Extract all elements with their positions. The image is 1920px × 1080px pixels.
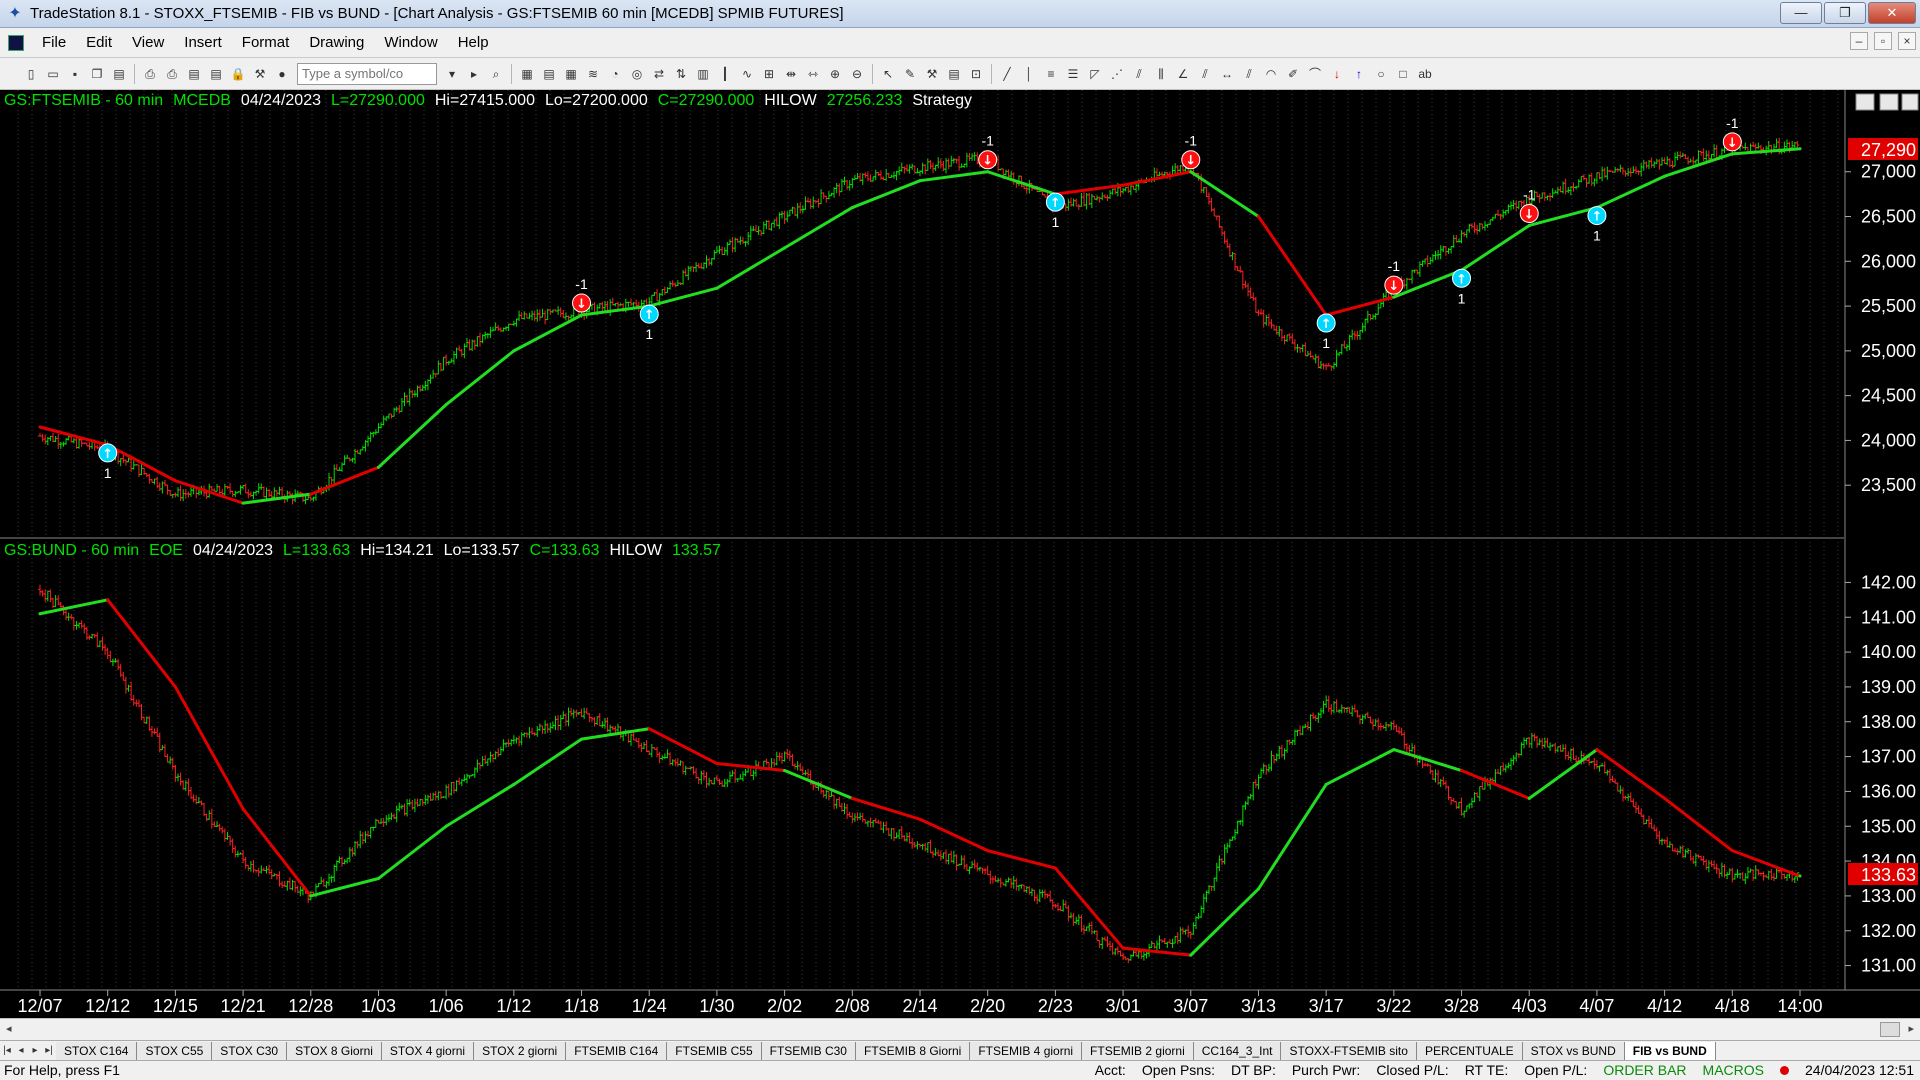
trendline-icon[interactable]: ╱ xyxy=(998,65,1016,83)
indicator-icon[interactable]: ∿ xyxy=(738,65,756,83)
close-button[interactable]: ✕ xyxy=(1868,2,1916,24)
speed-lines-icon[interactable]: ◸ xyxy=(1086,65,1104,83)
menu-help[interactable]: Help xyxy=(448,34,499,51)
horizontal-line-icon[interactable]: ≡ xyxy=(1042,65,1060,83)
lock-icon[interactable]: 🔒 xyxy=(229,65,247,83)
copy-icon[interactable]: ❐ xyxy=(88,65,106,83)
window2-icon[interactable]: ▤ xyxy=(207,65,225,83)
drawing-icon[interactable]: ✎ xyxy=(901,65,919,83)
menu-view[interactable]: View xyxy=(122,34,174,51)
menu-file[interactable]: File xyxy=(32,34,76,51)
news-icon[interactable]: ▥ xyxy=(694,65,712,83)
pen-icon[interactable]: ✐ xyxy=(1284,65,1302,83)
menu-format[interactable]: Format xyxy=(232,34,300,51)
print-icon[interactable]: ⎙ xyxy=(141,65,159,83)
chart-window-icon[interactable] xyxy=(8,34,24,51)
parallel-icon[interactable]: ⫽ xyxy=(1196,65,1214,83)
title-bar: ✦ TradeStation 8.1 - STOXX_FTSEMIB - FIB… xyxy=(0,0,1920,28)
toolbar: ▯ ▭ ▪ ❐ ▤ ⎙ ⎙ ▤ ▤ 🔒 ⚒ ● ▾ ▸ ⌕ ▦ ▤ ▦ ≋ ◔ … xyxy=(0,58,1920,90)
symbol-lookup-icon[interactable]: ⌕ xyxy=(487,65,505,83)
toolbar-separator xyxy=(511,63,512,84)
workspace-icon[interactable]: ▤ xyxy=(110,65,128,83)
window-title: TradeStation 8.1 - STOXX_FTSEMIB - FIB v… xyxy=(30,5,844,22)
toolbar-separator xyxy=(991,63,992,84)
ellipse-icon[interactable]: ○ xyxy=(1372,65,1390,83)
menu-edit[interactable]: Edit xyxy=(76,34,122,51)
arrow-lr-icon[interactable]: ↔ xyxy=(1218,65,1236,83)
andrews-icon[interactable]: ⫽ xyxy=(1130,65,1148,83)
arc-icon[interactable]: ◠ xyxy=(1262,65,1280,83)
compress-icon[interactable]: ⇹ xyxy=(782,65,800,83)
open-icon[interactable]: ▭ xyxy=(44,65,62,83)
new-icon[interactable]: ▯ xyxy=(22,65,40,83)
save-icon[interactable]: ▪ xyxy=(66,65,84,83)
menu-insert[interactable]: Insert xyxy=(174,34,232,51)
order-icon[interactable]: ⇄ xyxy=(650,65,668,83)
quote-icon[interactable]: ▤ xyxy=(540,65,558,83)
toolbar-separator xyxy=(872,63,873,84)
symbol-input[interactable] xyxy=(297,62,437,85)
tool-icon[interactable]: ⚒ xyxy=(251,65,269,83)
menu-window[interactable]: Window xyxy=(374,34,447,51)
rectangle-icon[interactable]: □ xyxy=(1394,65,1412,83)
mdi-controls: – ▫ × xyxy=(1850,32,1916,50)
expand-icon[interactable]: ⇿ xyxy=(804,65,822,83)
grid-icon[interactable]: ▦ xyxy=(562,65,580,83)
tradestation-app-icon: ✦ xyxy=(8,4,22,22)
vertical-line-icon[interactable]: │ xyxy=(1020,65,1038,83)
maximize-button[interactable]: ❐ xyxy=(1824,2,1866,24)
analysis-icon[interactable]: ≋ xyxy=(584,65,602,83)
fib-icon[interactable]: ☰ xyxy=(1064,65,1082,83)
window-icon[interactable]: ▤ xyxy=(185,65,203,83)
text-tool-icon[interactable]: ab xyxy=(1416,65,1434,83)
pointer-icon[interactable]: ↖ xyxy=(879,65,897,83)
toolbar-separator xyxy=(134,63,135,84)
channel-icon[interactable]: ⫽ xyxy=(1240,65,1258,83)
cycle-icon[interactable]: ⫼ xyxy=(1152,65,1170,83)
minimize-button[interactable]: — xyxy=(1780,2,1822,24)
chart-icon[interactable]: ▦ xyxy=(518,65,536,83)
zoom-in-icon[interactable]: ⊕ xyxy=(826,65,844,83)
globe-icon[interactable]: ● xyxy=(273,65,291,83)
symbol-dropdown-icon[interactable]: ▾ xyxy=(443,65,461,83)
data-window-icon[interactable]: ▤ xyxy=(945,65,963,83)
matrix-icon[interactable]: ⇅ xyxy=(672,65,690,83)
window-controls: — ❐ ✕ xyxy=(1780,2,1916,24)
print-preview-icon[interactable]: ⎙ xyxy=(163,65,181,83)
mdi-close-button[interactable]: × xyxy=(1898,32,1916,50)
cursor-icon[interactable]: ⊡ xyxy=(967,65,985,83)
mdi-restore-button[interactable]: ▫ xyxy=(1874,32,1892,50)
mdi-minimize-button[interactable]: – xyxy=(1850,32,1868,50)
chart-area[interactable]: ↑1↓-1↑1↓-1↑1↓-1↑1↓-1↑1↓-1↑1↓-1 12/07 12/1… xyxy=(0,90,1920,1018)
scanner-icon[interactable]: ◎ xyxy=(628,65,646,83)
radar-icon[interactable]: ◔ xyxy=(606,65,624,83)
zoom-out-icon[interactable]: ⊖ xyxy=(848,65,866,83)
menu-bar: File Edit View Insert Format Drawing Win… xyxy=(0,28,1920,58)
curve-icon[interactable]: ⌒ xyxy=(1306,65,1324,83)
strategy-icon[interactable]: ⊞ xyxy=(760,65,778,83)
up-arrow-icon[interactable]: ↑ xyxy=(1350,65,1368,83)
down-arrow-icon[interactable]: ↓ xyxy=(1328,65,1346,83)
gann-icon[interactable]: ⋰ xyxy=(1108,65,1126,83)
bar-type-icon[interactable]: ┃ xyxy=(716,65,734,83)
angle-icon[interactable]: ∠ xyxy=(1174,65,1192,83)
tools-icon[interactable]: ⚒ xyxy=(923,65,941,83)
go-arrow-icon[interactable]: ▸ xyxy=(465,65,483,83)
menu-drawing[interactable]: Drawing xyxy=(299,34,374,51)
